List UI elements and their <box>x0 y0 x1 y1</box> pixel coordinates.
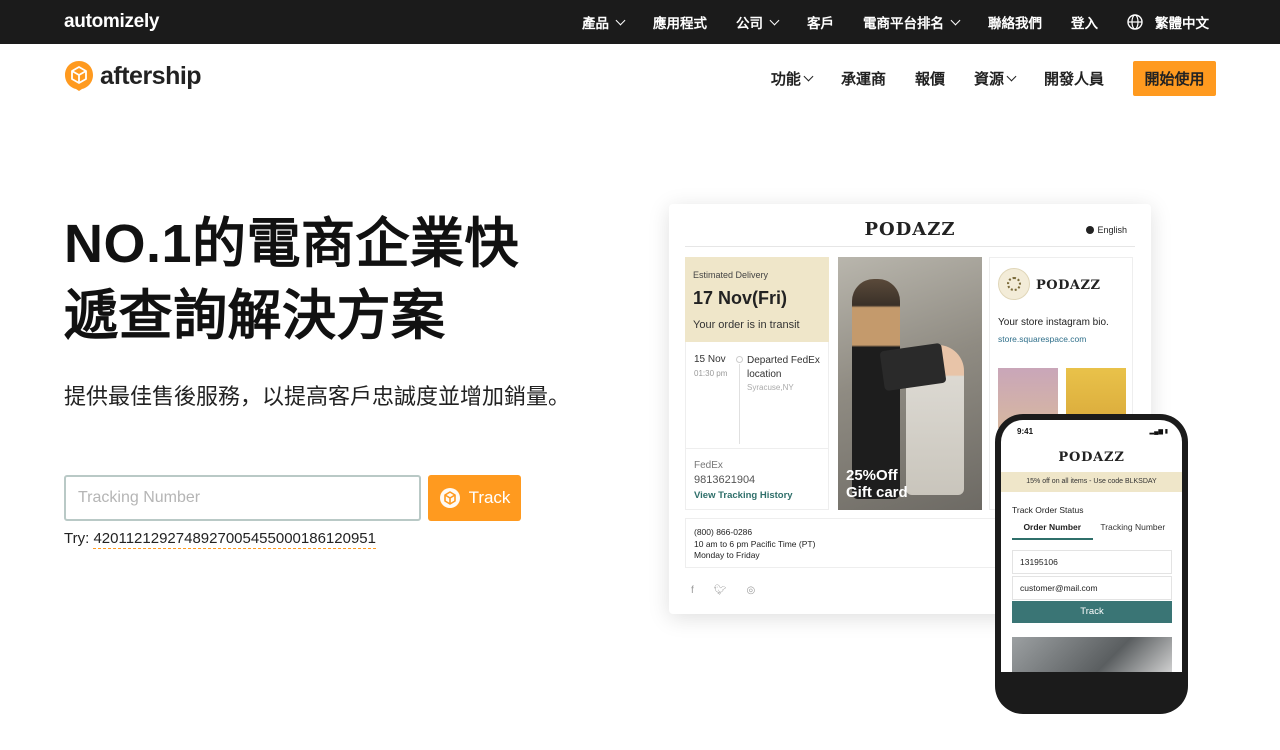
store-logo: PODAZZ <box>864 219 956 240</box>
tracking-events-panel: 15 Nov 01:30 pm Departed FedEx location … <box>685 342 829 510</box>
timeline-line <box>739 364 740 444</box>
globe-icon <box>1127 14 1143 30</box>
phone-mockup: 9:41 ▂▄▆ ▮ PODAZZ 15% off on all items -… <box>995 414 1188 714</box>
phone-track-button: Track <box>1012 601 1172 623</box>
top-nav-item-products[interactable]: 產品 <box>582 12 626 32</box>
top-nav-item-apps[interactable]: 應用程式 <box>653 12 707 32</box>
top-nav-item-login[interactable]: 登入 <box>1071 12 1098 32</box>
nav-item-pricing[interactable]: 報價 <box>915 68 945 89</box>
aftership-box-icon <box>439 488 460 508</box>
twitter-icon: 🐦︎ <box>713 585 727 596</box>
hero-title-line2: 遞查詢解決方案 <box>64 286 446 346</box>
language-selector[interactable]: 繁體中文 <box>1127 12 1209 32</box>
top-nav-item-contact[interactable]: 聯絡我們 <box>988 12 1042 32</box>
top-nav: 產品 應用程式 公司 客戶 電商平台排名 聯絡我們 登入 繁體中文 <box>553 0 1209 44</box>
track-button[interactable]: Track <box>428 475 521 521</box>
order-number-field: 13195106 <box>1012 550 1172 574</box>
lookup-tabs: Order Number Tracking Number <box>1012 522 1173 540</box>
nav-item-developers[interactable]: 開發人員 <box>1044 68 1104 89</box>
globe-icon <box>1086 226 1095 234</box>
promo-banner: 15% off on all items - Use code BLKSDAY <box>1001 472 1182 492</box>
chevron-down-icon <box>950 15 961 25</box>
try-example: Try: 420112129274892700545500018612095​1 <box>64 530 376 549</box>
garment <box>879 342 947 392</box>
nav-item-features[interactable]: 功能 <box>771 68 814 89</box>
main-nav: 功能 承運商 報價 資源 開發人員 開始使用 <box>771 61 1216 96</box>
chevron-down-icon <box>769 15 780 25</box>
promo-banner-image: 25%Off Gift card <box>838 257 982 510</box>
timeline-dot <box>736 356 743 363</box>
estimated-delivery-panel: Estimated Delivery 17 Nov(Fri) Your orde… <box>685 257 829 342</box>
phone-screen: 9:41 ▂▄▆ ▮ PODAZZ 15% off on all items -… <box>1001 420 1182 672</box>
nav-item-carriers[interactable]: 承運商 <box>841 68 886 89</box>
top-nav-item-company[interactable]: 公司 <box>736 12 780 32</box>
signal-battery-icon: ▂▄▆ ▮ <box>1149 429 1168 435</box>
preview-language: English <box>1086 225 1127 235</box>
social-links: f 🐦︎ ◎ <box>691 585 755 596</box>
instagram-icon: ◎ <box>746 585 756 596</box>
contact-info: (800) 866-0286 10 am to 6 pm Pacific Tim… <box>685 518 1005 568</box>
top-nav-item-rankings[interactable]: 電商平台排名 <box>863 12 961 32</box>
get-started-button[interactable]: 開始使用 <box>1133 61 1216 96</box>
automizely-logo[interactable]: automizely <box>64 11 160 33</box>
aftership-box-icon <box>65 61 93 91</box>
nav-item-resources[interactable]: 資源 <box>974 68 1017 89</box>
hero-title-line1: NO.1的電商企業快 <box>64 214 520 274</box>
tab-tracking-number: Tracking Number <box>1100 522 1166 532</box>
chevron-down-icon <box>803 71 814 82</box>
chevron-down-icon <box>615 15 626 25</box>
tracking-number-input[interactable] <box>64 475 421 521</box>
store-avatar <box>998 268 1030 300</box>
email-field: customer@mail.com <box>1012 576 1172 600</box>
store-logo: PODAZZ <box>1058 450 1125 465</box>
divider <box>686 448 828 449</box>
divider <box>685 246 1135 247</box>
aftership-logo[interactable]: aftership <box>64 60 202 92</box>
product-image <box>1012 637 1172 672</box>
promo-text: 25%Off Gift card <box>846 467 908 501</box>
hero-title: NO.1的電商企業快 遞查詢解決方案 <box>64 208 584 352</box>
main-header: aftership 功能 承運商 報價 資源 開發人員 開始使用 <box>0 44 1280 112</box>
facebook-icon: f <box>691 585 694 596</box>
chevron-down-icon <box>1006 71 1017 82</box>
top-nav-item-customers[interactable]: 客戶 <box>807 12 834 32</box>
top-bar: automizely 產品 應用程式 公司 客戶 電商平台排名 聯絡我們 登入 … <box>0 0 1280 44</box>
tab-order-number: Order Number <box>1012 522 1093 540</box>
example-tracking-number-link[interactable]: 420112129274892700545500018612095​1 <box>93 530 376 549</box>
hero-subtitle: 提供最佳售後服務，以提高客戶忠誠度並增加銷量。 <box>64 384 571 409</box>
view-history-link: View Tracking History <box>694 490 793 501</box>
